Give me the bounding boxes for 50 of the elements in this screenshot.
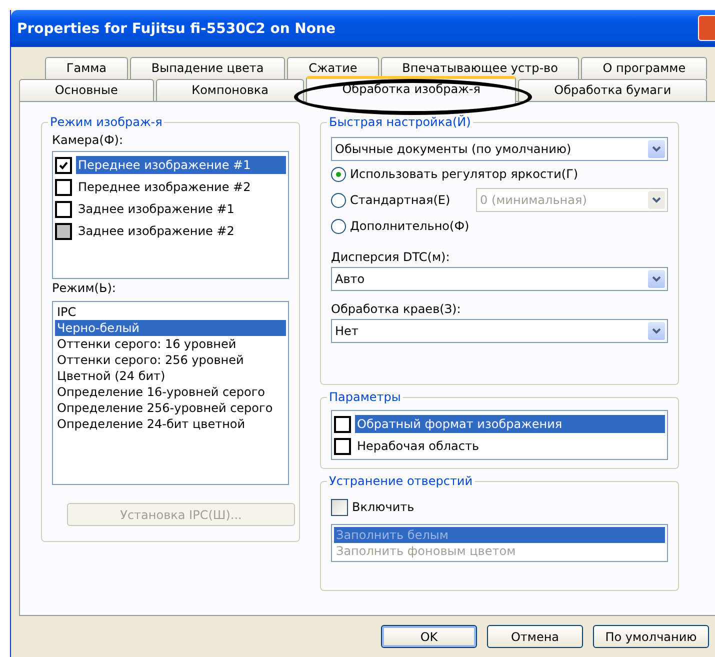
checkbox[interactable]	[55, 200, 72, 218]
list-item[interactable]: Оттенки серого: 16 уровней	[55, 336, 286, 352]
list-item[interactable]: IPC	[55, 304, 286, 320]
dialog-button[interactable]: Отмена	[487, 625, 583, 648]
checkbox[interactable]	[334, 438, 351, 454]
tab[interactable]: О программе	[581, 57, 707, 79]
tab[interactable]: Обработка бумаги	[518, 79, 707, 101]
list-item[interactable]: Определение 16-уровней серого	[55, 384, 286, 400]
tab[interactable]: Впечатывающее устр-во	[380, 57, 580, 79]
radio-label: Дополнительно(Ф)	[350, 219, 470, 233]
list-item[interactable]: Переднее изображение #2	[76, 178, 253, 196]
tab[interactable]: Компоновка	[156, 79, 304, 101]
list-item[interactable]: Заднее изображение #1	[76, 200, 236, 218]
list-item[interactable]: Определение 24-бит цветной	[55, 416, 286, 432]
checkbox[interactable]	[55, 156, 72, 174]
options-list[interactable]: Обратный формат изображения Нерабочая область	[331, 410, 668, 460]
list-item[interactable]: Переднее изображение #1	[76, 156, 286, 174]
field-label: Обработка краев(З):	[331, 301, 462, 318]
dialog-button[interactable]: OK	[381, 625, 477, 648]
tab[interactable]: Основные	[19, 79, 154, 101]
radio-label: Стандартная(Е)	[350, 193, 450, 207]
dropdown[interactable]: Обычные документы (по умолчанию)	[331, 137, 668, 161]
dropdown[interactable]: Нет	[331, 319, 668, 343]
list-item[interactable]: Обратный формат изображения	[355, 415, 665, 433]
dialog-button[interactable]: По умолчанию	[593, 625, 709, 648]
field-label: Режим(Ь):	[52, 280, 117, 297]
tab[interactable]: Гамма	[45, 57, 128, 79]
group-title: Быстрая настройка(Й)	[327, 115, 473, 129]
field-label: Камера(Ф):	[52, 132, 124, 149]
field-label: Дисперсия DTC(м):	[331, 249, 451, 266]
list-item[interactable]: Оттенки серого: 256 уровней	[55, 352, 286, 368]
radio-button[interactable]	[331, 192, 346, 208]
check-icon	[58, 160, 69, 170]
group-title: Режим изображ-я	[48, 115, 164, 129]
group-title: Параметры	[327, 390, 403, 404]
list-item[interactable]: Черно-белый	[55, 320, 286, 336]
radio-label: Использовать регулятор яркости(Г)	[350, 167, 578, 181]
list-item[interactable]: Нерабочая область	[355, 437, 482, 455]
tab[interactable]: Выпадение цвета	[130, 57, 286, 79]
dropdown[interactable]: Авто	[331, 267, 668, 291]
list-item[interactable]: Определение 256-уровней серого	[55, 400, 286, 416]
mode-list[interactable]: IPC Черно-белый Оттенки серого: 16 уровней Оттенки серого: 256 уровней Цветной (24 бит) Определение 16-уровней серого Определение 256-уровней серого Определение 24-бит цветной	[52, 301, 289, 485]
radio-button[interactable]	[331, 166, 346, 182]
group-title: Устранение отверстий	[327, 474, 475, 488]
checkbox[interactable]	[55, 178, 72, 196]
checkbox[interactable]	[334, 416, 351, 432]
list-item[interactable]: Цветной (24 бит)	[55, 368, 286, 384]
radio-button[interactable]	[331, 218, 346, 234]
window-title: Properties for Fujitsu fi-5530C2 on None	[17, 20, 336, 36]
checkbox-label: Включить	[352, 500, 414, 514]
